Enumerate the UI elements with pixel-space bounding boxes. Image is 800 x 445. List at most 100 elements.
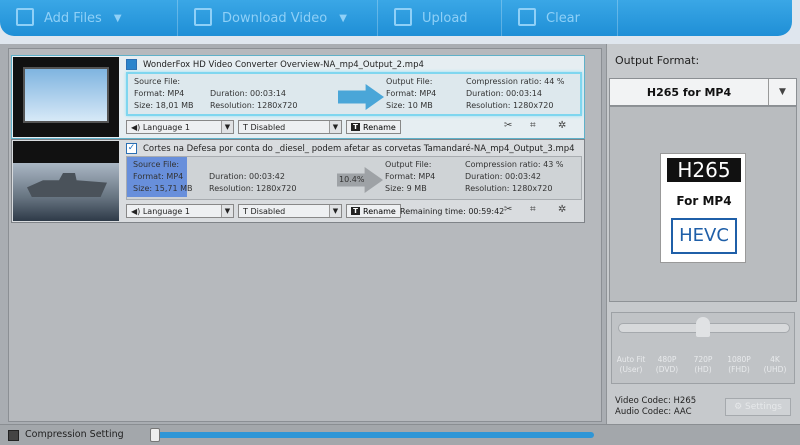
chevron-down-icon[interactable]: ▼ — [329, 121, 341, 133]
format-card-codec: H265 — [667, 158, 741, 182]
rename-button[interactable]: T Rename — [346, 204, 401, 218]
audio-track-select[interactable]: ◀) Language 1 ▼ — [126, 204, 234, 218]
upload-button[interactable]: Upload — [378, 0, 502, 36]
add-files-button[interactable]: Add Files ▼ — [0, 0, 178, 36]
chevron-down-icon[interactable]: ▼ — [329, 205, 341, 217]
audio-codec: Audio Codec: AAC — [615, 407, 692, 417]
chevron-down-icon[interactable]: ▼ — [339, 13, 347, 24]
task-info: Source File: Format: MP4 Duration: 00:03… — [126, 156, 582, 200]
crop-icon[interactable]: ⌗ — [530, 120, 536, 131]
rename-icon: T — [351, 207, 360, 215]
quality-option-name: Auto Fit — [616, 355, 646, 364]
task-checkbox[interactable] — [126, 59, 137, 70]
progress-percent: 10.4% — [339, 175, 365, 184]
source-size: Size: 18,01 MB — [134, 101, 194, 110]
upload-label: Upload — [422, 10, 468, 26]
audio-track-value: Language 1 — [142, 206, 190, 216]
subtitle-value: Disabled — [250, 206, 286, 216]
rename-icon: T — [351, 123, 360, 131]
output-size: Size: 10 MB — [386, 101, 433, 110]
quality-box: Auto Fit (User) 480P (DVD) 720P (HD) 1080P(… — [611, 312, 795, 384]
output-format-label: Output Format: — [615, 54, 700, 67]
task-item[interactable]: ✓ Cortes na Defesa por conta do _diesel_… — [11, 139, 585, 223]
task-list: WonderFox HD Video Converter Overview-NA… — [8, 48, 602, 422]
video-codec: Video Codec: H265 — [615, 396, 697, 406]
output-resolution: Resolution: 1280x720 — [466, 101, 554, 110]
chevron-down-icon[interactable]: ▼ — [221, 121, 233, 133]
settings-button[interactable]: ⚙ Settings — [725, 398, 791, 416]
crop-icon[interactable]: ⌗ — [530, 204, 536, 215]
compression-slider-handle[interactable] — [150, 428, 160, 442]
quality-option-1080p[interactable]: 1080P (FHD) — [722, 355, 756, 375]
quality-option-auto[interactable]: Auto Fit (User) — [614, 355, 648, 375]
rename-button[interactable]: T Rename — [346, 120, 401, 134]
quality-option-desc: (FHD) — [728, 365, 750, 374]
output-label: Output File: — [386, 77, 433, 86]
quality-option-720p[interactable]: 720P (HD) — [686, 355, 720, 375]
source-label: Source File: — [134, 77, 181, 86]
subtitle-value: Disabled — [250, 122, 286, 132]
video-thumbnail[interactable] — [13, 57, 119, 137]
video-thumbnail[interactable] — [13, 141, 119, 221]
audio-track-value: Language 1 — [142, 122, 190, 132]
download-video-button[interactable]: Download Video ▼ — [178, 0, 378, 36]
toolbar-bar: Add Files ▼ Download Video ▼ Upload Clea… — [0, 0, 792, 36]
add-file-icon — [16, 8, 34, 26]
quality-option-name: 1080P — [727, 355, 751, 364]
chevron-down-icon[interactable]: ▼ — [221, 205, 233, 217]
source-duration: Duration: 00:03:14 — [210, 89, 286, 98]
compression-checkbox[interactable] — [8, 430, 19, 441]
rename-label: Rename — [363, 122, 396, 132]
cut-icon[interactable]: ✂ — [504, 204, 512, 215]
compression-slider[interactable] — [150, 432, 594, 438]
format-card[interactable]: H265 For MP4 HEVC — [660, 153, 746, 263]
output-resolution: Resolution: 1280x720 — [465, 184, 553, 193]
chevron-down-icon[interactable]: ▼ — [768, 79, 796, 105]
output-format-value: H265 for MP4 — [646, 85, 732, 99]
quality-option-4k[interactable]: 4K (UHD) — [758, 355, 792, 375]
subtitle-select[interactable]: T Disabled ▼ — [238, 204, 342, 218]
output-label: Output File: — [385, 160, 432, 169]
task-item[interactable]: WonderFox HD Video Converter Overview-NA… — [11, 55, 585, 139]
thumbnail-image — [23, 67, 109, 123]
effects-icon[interactable]: ✲ — [558, 204, 566, 215]
source-resolution: Resolution: 1280x720 — [209, 184, 297, 193]
task-title: ✓ Cortes na Defesa por conta do _diesel_… — [126, 143, 575, 154]
effects-icon[interactable]: ✲ — [558, 120, 566, 131]
audio-track-select[interactable]: ◀) Language 1 ▼ — [126, 120, 234, 134]
remaining-time: Remaining time: 00:59:42 — [400, 206, 505, 216]
quality-option-desc: (User) — [619, 365, 643, 374]
app-window: Add Files ▼ Download Video ▼ Upload Clea… — [0, 0, 800, 445]
format-card-hevc: HEVC — [671, 218, 737, 254]
settings-label: Settings — [745, 402, 782, 412]
clear-button[interactable]: Clear — [502, 0, 618, 36]
task-checkbox[interactable]: ✓ — [126, 143, 137, 154]
quality-option-name: 4K — [770, 355, 780, 364]
format-preview[interactable]: H265 For MP4 HEVC — [609, 106, 797, 302]
task-title-text: WonderFox HD Video Converter Overview-NA… — [143, 59, 424, 70]
output-format-select[interactable]: H265 for MP4 ▼ — [609, 78, 797, 106]
cut-icon[interactable]: ✂ — [504, 120, 512, 131]
quality-option-name: 720P — [693, 355, 713, 364]
speaker-icon: ◀) — [131, 206, 141, 216]
quality-option-name: 480P — [657, 355, 677, 364]
subtitle-icon: T — [243, 122, 248, 132]
upload-icon — [394, 8, 412, 26]
compression-ratio: Compression ratio: 44 % — [466, 77, 565, 86]
source-duration: Duration: 00:03:42 — [209, 172, 285, 181]
quality-option-desc: (DVD) — [655, 365, 679, 374]
add-files-label: Add Files — [44, 10, 102, 26]
download-icon — [194, 8, 212, 26]
quality-option-480p[interactable]: 480P (DVD) — [650, 355, 684, 375]
subtitle-select[interactable]: T Disabled ▼ — [238, 120, 342, 134]
speaker-icon: ◀) — [131, 122, 141, 132]
output-duration: Duration: 00:03:14 — [466, 89, 542, 98]
task-title-text: Cortes na Defesa por conta do _diesel_ p… — [143, 143, 575, 154]
convert-arrow-icon — [338, 84, 384, 110]
source-label: Source File: — [133, 160, 180, 169]
source-format: Format: MP4 — [133, 172, 184, 181]
format-card-container: For MP4 — [676, 194, 732, 208]
quality-slider-handle[interactable] — [696, 317, 710, 337]
quality-option-desc: (HD) — [694, 365, 712, 374]
chevron-down-icon[interactable]: ▼ — [114, 13, 122, 24]
